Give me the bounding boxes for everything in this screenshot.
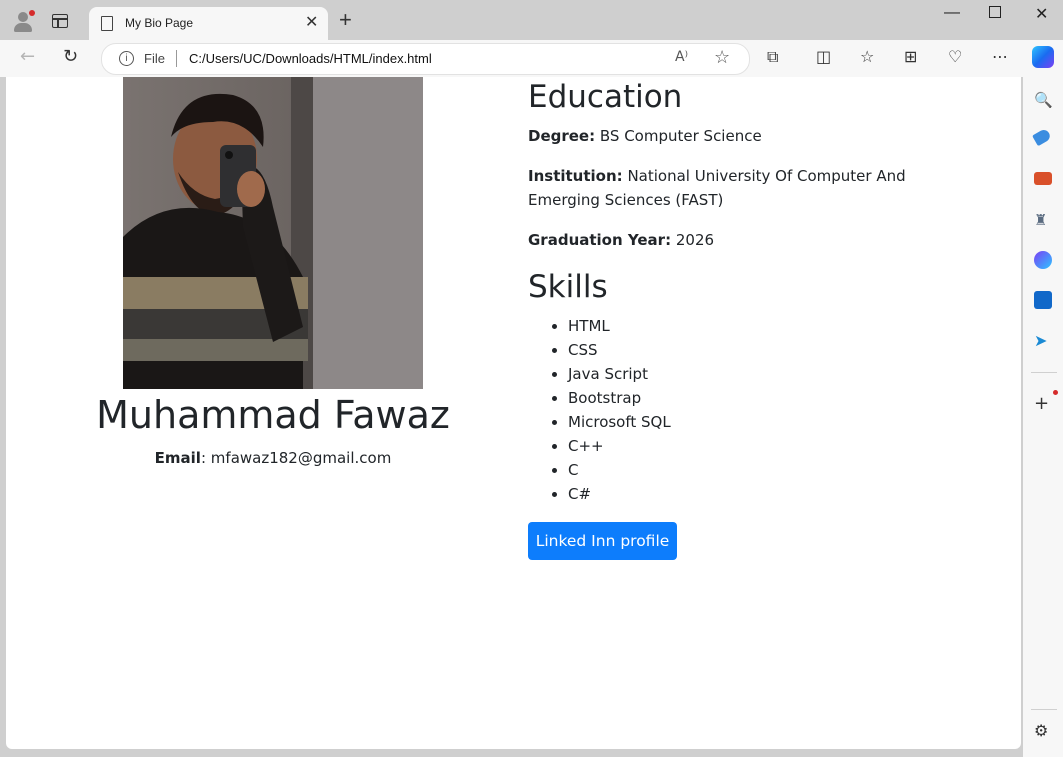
close-tab-icon[interactable]: ✕ (305, 12, 318, 31)
degree-line: Degree: BS Computer Science (528, 124, 968, 148)
skills-list: HTML CSS Java Script Bootstrap Microsoft… (528, 314, 671, 506)
games-icon[interactable]: ♜ (1034, 211, 1052, 229)
tab-title: My Bio Page (125, 16, 194, 30)
favorite-star-icon[interactable]: ☆ (714, 47, 730, 68)
email-value: mfawaz182@gmail.com (210, 449, 392, 467)
list-item: Bootstrap (568, 386, 671, 410)
notification-dot (1053, 390, 1058, 395)
list-item: C (568, 458, 671, 482)
info-icon[interactable]: i (119, 51, 134, 66)
browser-toolbar: ← ↻ i File C:/Users/UC/Downloads/HTML/in… (0, 40, 1063, 77)
profile-photo-image (123, 77, 423, 389)
education-heading: Education (528, 79, 683, 115)
skills-heading: Skills (528, 269, 608, 305)
outlook-icon[interactable] (1034, 291, 1052, 309)
list-item: HTML (568, 314, 671, 338)
address-bar[interactable]: i File C:/Users/UC/Downloads/HTML/index.… (101, 43, 750, 75)
more-options-icon[interactable]: ⋯ (992, 47, 1008, 66)
collections-icon[interactable]: ⊞ (904, 47, 917, 66)
maximize-icon[interactable] (989, 6, 1001, 18)
shopping-tag-icon[interactable] (1032, 127, 1052, 147)
list-item: CSS (568, 338, 671, 362)
url-text[interactable]: C:/Users/UC/Downloads/HTML/index.html (189, 51, 432, 66)
page-icon (101, 16, 113, 31)
page-viewport: Muhammad Fawaz Email: mfawaz182@gmail.co… (6, 77, 1021, 749)
sidebar-divider-bottom (1031, 709, 1057, 710)
tab-actions-icon[interactable] (52, 14, 68, 28)
close-window-icon[interactable]: ✕ (1035, 4, 1048, 24)
send-icon[interactable]: ➤ (1034, 331, 1052, 350)
degree-value: BS Computer Science (599, 127, 762, 145)
split-screen-icon[interactable]: ◫ (816, 47, 831, 66)
email-label: Email (154, 449, 201, 467)
read-aloud-icon[interactable]: A⁾ (675, 49, 688, 65)
profile-name: Muhammad Fawaz (96, 393, 450, 437)
browser-essentials-icon[interactable]: ♡ (948, 47, 962, 66)
list-item: Microsoft SQL (568, 410, 671, 434)
extensions-icon[interactable]: ⧉ (767, 47, 778, 67)
back-icon[interactable]: ← (20, 46, 35, 67)
favorites-icon[interactable]: ☆ (860, 47, 874, 66)
list-item: C++ (568, 434, 671, 458)
address-separator (176, 50, 177, 67)
refresh-icon[interactable]: ↻ (63, 46, 78, 67)
profile-photo (123, 77, 423, 389)
profile-avatar-icon[interactable] (12, 10, 35, 32)
new-tab-icon[interactable]: + (339, 7, 352, 33)
sidebar-divider (1031, 372, 1057, 373)
tools-icon[interactable] (1034, 172, 1052, 185)
address-scheme: File (144, 51, 165, 66)
minimize-icon[interactable]: — (944, 4, 960, 22)
search-icon[interactable]: 🔍 (1034, 91, 1053, 109)
linkedin-profile-button[interactable]: Linked Inn profile (528, 522, 677, 560)
email-line: Email: mfawaz182@gmail.com (154, 449, 392, 467)
add-sidebar-app-icon[interactable]: + (1034, 393, 1052, 414)
list-item: Java Script (568, 362, 671, 386)
title-bar: My Bio Page ✕ + — ✕ (0, 0, 1063, 40)
list-item: C# (568, 482, 671, 506)
graduation-value: 2026 (675, 231, 715, 249)
institution-label: Institution: (528, 167, 623, 185)
graduation-label: Graduation Year: (528, 231, 672, 249)
microsoft-365-icon[interactable] (1034, 251, 1052, 269)
sidebar-settings-gear-icon[interactable]: ⚙ (1034, 721, 1052, 740)
copilot-icon[interactable] (1032, 46, 1054, 68)
graduation-line: Graduation Year: 2026 (528, 228, 968, 252)
edge-sidebar: 🔍 ♜ ➤ + ⚙ (1023, 77, 1063, 757)
tab-my-bio-page[interactable]: My Bio Page ✕ (89, 7, 328, 40)
institution-line: Institution: National University Of Comp… (528, 164, 968, 212)
degree-label: Degree: (528, 127, 596, 145)
